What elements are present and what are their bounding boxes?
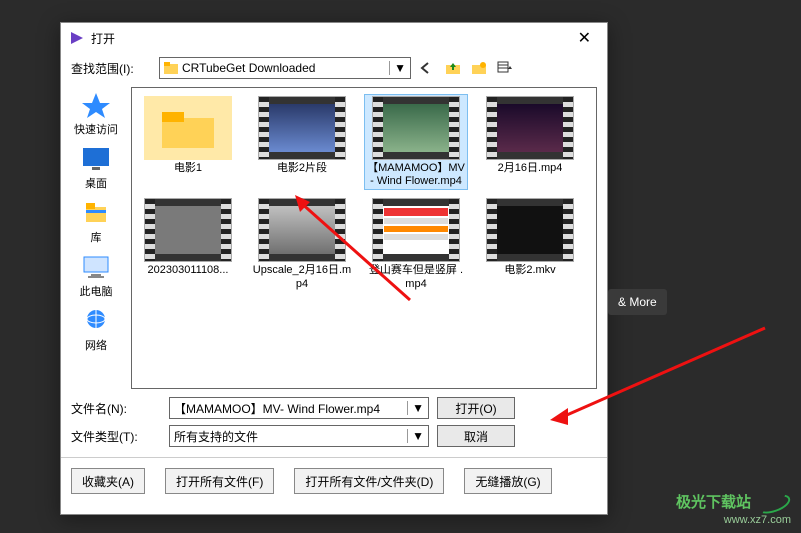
- and-more-badge: & More: [608, 289, 667, 315]
- file-name: 登山赛车但是竖屏 .mp4: [366, 264, 466, 290]
- filetype-value: 所有支持的文件: [174, 428, 258, 445]
- close-button[interactable]: ✕: [570, 26, 599, 50]
- file-name: 【MAMAMOO】MV- Wind Flower.mp4: [366, 162, 466, 188]
- favorites-button[interactable]: 收藏夹(A): [71, 468, 145, 494]
- file-tile[interactable]: 2月16日.mp4: [478, 94, 582, 190]
- network-icon: [80, 307, 112, 335]
- places-bar: 快速访问 桌面 库 此电脑 网络: [61, 83, 131, 393]
- video-thumbnail: [372, 198, 460, 262]
- pc-icon: [80, 253, 112, 281]
- file-name: 电影2.mkv: [504, 264, 555, 277]
- file-name: 202303011108...: [148, 264, 229, 277]
- titlebar: 打开 ✕: [61, 23, 607, 53]
- video-thumbnail: [144, 198, 232, 262]
- file-tile[interactable]: 电影1: [136, 94, 240, 190]
- file-tile[interactable]: 202303011108...: [136, 196, 240, 292]
- look-in-combo[interactable]: CRTubeGet Downloaded ▼: [159, 57, 411, 79]
- video-thumbnail: [258, 198, 346, 262]
- filename-value: 【MAMAMOO】MV- Wind Flower.mp4: [174, 400, 380, 417]
- look-in-value: CRTubeGet Downloaded: [182, 61, 315, 75]
- folder-icon: [144, 96, 232, 160]
- place-desktop[interactable]: 桌面: [80, 145, 112, 191]
- back-button[interactable]: [417, 58, 437, 78]
- video-thumbnail: [372, 96, 460, 160]
- up-one-level-button[interactable]: [443, 58, 463, 78]
- file-tile[interactable]: 电影2.mkv: [478, 196, 582, 292]
- filetype-combo[interactable]: 所有支持的文件 ▼: [169, 425, 429, 447]
- file-tile[interactable]: 【MAMAMOO】MV- Wind Flower.mp4: [364, 94, 468, 190]
- place-network[interactable]: 网络: [80, 307, 112, 353]
- video-thumbnail: [258, 96, 346, 160]
- look-in-row: 查找范围(I): CRTubeGet Downloaded ▼: [61, 53, 607, 83]
- open-all-files-folders-button[interactable]: 打开所有文件/文件夹(D): [294, 468, 444, 494]
- file-name: 电影2片段: [277, 162, 327, 175]
- dialog-title: 打开: [91, 30, 570, 47]
- open-button[interactable]: 打开(O): [437, 397, 515, 419]
- footer-buttons: 收藏夹(A) 打开所有文件(F) 打开所有文件/文件夹(D) 无缝播放(G): [61, 457, 607, 504]
- file-name: Upscale_2月16日.mp4: [252, 264, 352, 290]
- video-thumbnail: [486, 198, 574, 262]
- chevron-down-icon: ▼: [407, 401, 424, 415]
- file-tile[interactable]: Upscale_2月16日.mp4: [250, 196, 354, 292]
- view-menu-button[interactable]: [495, 58, 515, 78]
- file-fields: 文件名(N): 【MAMAMOO】MV- Wind Flower.mp4 ▼ 打…: [61, 393, 607, 457]
- place-quick-access[interactable]: 快速访问: [74, 91, 118, 137]
- file-tile[interactable]: 登山赛车但是竖屏 .mp4: [364, 196, 468, 292]
- file-tile[interactable]: 电影2片段: [250, 94, 354, 190]
- star-icon: [80, 91, 112, 119]
- desktop-icon: [80, 145, 112, 173]
- place-this-pc[interactable]: 此电脑: [80, 253, 113, 299]
- file-name: 电影1: [174, 162, 202, 175]
- seamless-play-button[interactable]: 无缝播放(G): [464, 468, 551, 494]
- chevron-down-icon: ▼: [389, 61, 406, 75]
- open-file-dialog: 打开 ✕ 查找范围(I): CRTubeGet Downloaded ▼ 快速访…: [60, 22, 608, 515]
- file-list[interactable]: 电影1 电影2片段 【MAMAMOO】MV- Wind Flower.mp4 2月16…: [131, 87, 597, 389]
- folder-icon: [164, 62, 178, 74]
- look-in-label: 查找范围(I):: [71, 60, 153, 77]
- file-name: 2月16日.mp4: [498, 162, 563, 175]
- video-thumbnail: [486, 96, 574, 160]
- place-libraries[interactable]: 库: [80, 199, 112, 245]
- chevron-down-icon: ▼: [407, 429, 424, 443]
- cancel-button[interactable]: 取消: [437, 425, 515, 447]
- filetype-label: 文件类型(T):: [71, 428, 161, 445]
- app-icon: [69, 30, 85, 46]
- libraries-icon: [80, 199, 112, 227]
- open-all-files-button[interactable]: 打开所有文件(F): [165, 468, 274, 494]
- filename-combo[interactable]: 【MAMAMOO】MV- Wind Flower.mp4 ▼: [169, 397, 429, 419]
- new-folder-button[interactable]: [469, 58, 489, 78]
- watermark: 极光下载站 www.xz7.com: [676, 493, 791, 527]
- filename-label: 文件名(N):: [71, 400, 161, 417]
